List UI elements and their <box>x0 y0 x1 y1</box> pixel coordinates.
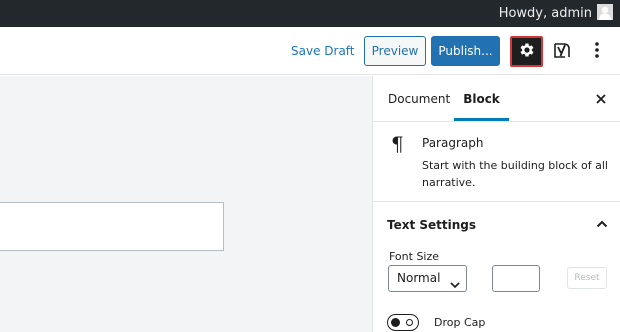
block-description: Start with the building block of all nar… <box>422 159 608 189</box>
tab-block[interactable]: Block <box>454 76 509 121</box>
paragraph-block[interactable] <box>0 202 224 251</box>
paragraph-icon: ¶ <box>391 132 404 156</box>
user-avatar-icon[interactable] <box>597 4 613 20</box>
howdy-greeting[interactable]: Howdy, admin <box>499 6 592 21</box>
chevron-down-icon <box>450 274 460 289</box>
yoast-icon <box>551 39 573 64</box>
close-icon[interactable] <box>593 91 609 107</box>
chevron-up-icon[interactable] <box>595 217 609 231</box>
custom-font-size-input[interactable] <box>492 265 540 292</box>
yoast-button[interactable] <box>551 39 573 63</box>
gear-icon <box>518 41 536 62</box>
settings-button[interactable] <box>510 36 543 67</box>
settings-sidebar: Document Block ¶ Paragraph Start with th… <box>372 76 620 332</box>
font-size-select[interactable]: Normal <box>388 265 467 292</box>
sidebar-tabs: Document Block <box>373 76 620 122</box>
editor-canvas[interactable] <box>0 76 372 332</box>
drop-cap-label[interactable]: Drop Cap <box>434 316 485 329</box>
reset-button[interactable]: Reset <box>567 267 607 289</box>
block-card: ¶ Paragraph Start with the building bloc… <box>373 122 620 202</box>
save-draft-button[interactable]: Save Draft <box>283 38 363 64</box>
toggle-off-indicator-icon <box>406 319 413 326</box>
editor-toolbar: Save Draft Preview Publish... <box>0 27 620 75</box>
font-size-value: Normal <box>397 271 441 285</box>
publish-button[interactable]: Publish... <box>431 36 500 66</box>
text-settings-title[interactable]: Text Settings <box>387 218 476 232</box>
drop-cap-toggle[interactable] <box>387 314 419 331</box>
font-size-label: Font Size <box>389 250 440 263</box>
block-title: Paragraph <box>422 136 484 150</box>
preview-button[interactable]: Preview <box>364 36 426 66</box>
admin-bar: Howdy, admin <box>0 0 620 27</box>
more-options-button[interactable] <box>588 39 606 63</box>
tab-document[interactable]: Document <box>388 76 450 122</box>
vertical-ellipsis-icon <box>594 41 600 62</box>
toggle-knob <box>391 318 400 327</box>
